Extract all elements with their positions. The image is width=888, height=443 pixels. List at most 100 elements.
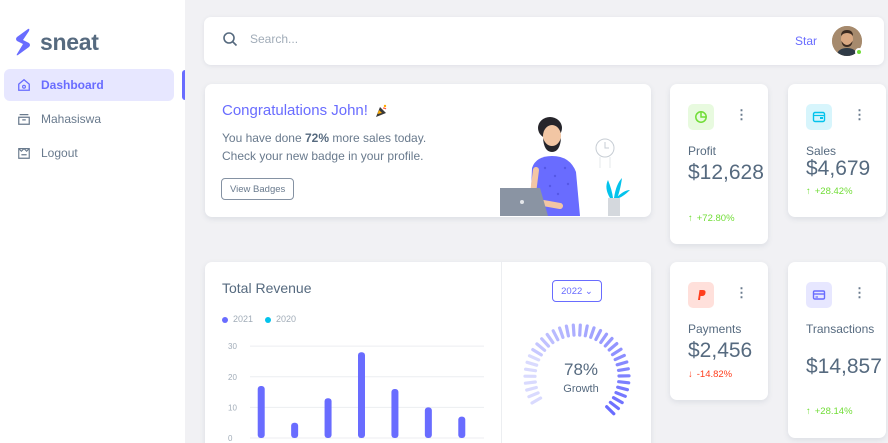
congrats-text-part: You have done: [222, 131, 305, 145]
y-tick-label: 0: [228, 434, 233, 443]
arrow-up-icon: ↑: [806, 406, 811, 417]
gauge-tick: [603, 336, 614, 348]
sidebar-item-mahasiswa[interactable]: Mahasiswa: [4, 103, 174, 135]
avatar[interactable]: [832, 26, 863, 56]
gauge-tick: [610, 347, 623, 357]
gauge-tick: [594, 329, 603, 342]
search-bar: [222, 31, 450, 47]
gauge-tick: [523, 380, 537, 385]
gauge-tick: [551, 329, 560, 342]
gauge-tick: [530, 396, 543, 405]
brand-logo[interactable]: sneat: [14, 28, 99, 56]
online-status-dot: [855, 48, 863, 56]
gauge-tick: [571, 323, 576, 337]
party-popper-icon: [375, 104, 387, 117]
star-link[interactable]: Star: [795, 34, 817, 48]
gauge-tick: [616, 385, 630, 392]
gauge-tick: [615, 360, 629, 367]
growth-label: Growth: [563, 383, 599, 395]
view-badges-button[interactable]: View Badges: [221, 178, 295, 200]
more-options-icon[interactable]: ⋮: [735, 108, 748, 121]
transactions-icon-wrap: [806, 282, 832, 308]
gauge-tick: [608, 400, 621, 411]
gauge-tick: [525, 360, 539, 367]
payments-card: ⋮ Payments $2,456 ↓ -14.82%: [670, 262, 768, 400]
legend-item-2020: 2020: [265, 314, 296, 324]
search-icon[interactable]: [222, 31, 238, 47]
sales-icon-wrap: [806, 104, 832, 130]
credit-card-icon: [812, 290, 826, 300]
sidebar-item-label: Logout: [41, 146, 78, 160]
home-icon: [18, 78, 30, 91]
stat-value: $4,679: [806, 157, 871, 180]
year-select-button[interactable]: 2022 ⌄: [552, 280, 602, 302]
revenue-bar[interactable]: [391, 389, 399, 438]
sidebar: sneat Dashboard Mahasiswa Logout: [0, 0, 185, 443]
sales-card: ⋮ Sales $4,679 ↑ +28.42%: [788, 84, 886, 217]
sidebar-item-label: Dashboard: [41, 78, 104, 92]
revenue-bar[interactable]: [291, 422, 299, 438]
congrats-card: Congratulations John! You have done 72% …: [205, 84, 651, 217]
profit-icon-wrap: [688, 104, 714, 130]
gauge-tick: [564, 324, 571, 338]
arrow-down-icon: ↓: [688, 369, 693, 380]
congrats-highlight: 72%: [304, 131, 329, 145]
legend-item-2021: 2021: [222, 314, 253, 324]
sidebar-item-dashboard[interactable]: Dashboard: [4, 69, 174, 101]
stat-change-value: +28.42%: [814, 186, 853, 197]
congrats-title: Congratulations John!: [222, 102, 390, 119]
stat-change-value: -14.82%: [696, 369, 733, 380]
congrats-text-line2: Check your new badge in your profile.: [222, 149, 424, 163]
gauge-tick: [540, 337, 551, 348]
paypal-icon: [698, 290, 706, 300]
brand-name: sneat: [40, 28, 99, 55]
y-tick-label: 10: [228, 403, 237, 412]
gauge-tick: [614, 390, 627, 398]
congrats-text-part: more sales today.: [329, 131, 427, 145]
gauge-tick: [607, 342, 619, 352]
chart-pie-icon: [695, 111, 707, 123]
sidebar-item-logout[interactable]: Logout: [4, 137, 174, 169]
legend-label: 2020: [276, 314, 297, 324]
more-options-icon[interactable]: ⋮: [735, 286, 748, 299]
sneat-logo-icon: [16, 28, 30, 56]
year-select-value: 2022: [561, 285, 583, 297]
y-tick-label: 20: [228, 373, 237, 382]
gauge-tick: [613, 353, 626, 362]
congrats-title-text: Congratulations John!: [222, 102, 368, 119]
stat-value: $12,628: [688, 161, 764, 184]
more-options-icon[interactable]: ⋮: [853, 286, 866, 299]
revenue-divider: [501, 262, 502, 443]
gauge-tick: [527, 391, 540, 399]
man-with-laptop-illustration: [500, 117, 630, 216]
chart-legend: 2021 2020: [222, 314, 296, 324]
stat-label: Transactions: [806, 322, 875, 336]
gauge-tick: [578, 323, 582, 337]
y-tick-label: 30: [228, 342, 237, 351]
top-navbar: Star: [204, 17, 884, 65]
stat-label: Profit: [688, 144, 717, 158]
stat-change-value: +72.80%: [696, 213, 735, 224]
growth-percent: 78%: [563, 360, 599, 379]
archive-icon: [18, 114, 30, 125]
sidebar-menu: Dashboard Mahasiswa Logout: [4, 69, 174, 171]
revenue-bar[interactable]: [358, 352, 365, 438]
wallet-icon: [812, 111, 826, 123]
more-options-icon[interactable]: ⋮: [853, 108, 866, 121]
gauge-tick: [611, 396, 624, 405]
revenue-bar[interactable]: [424, 407, 432, 438]
gauge-tick: [617, 380, 631, 385]
revenue-bar[interactable]: [458, 416, 466, 438]
stat-label: Payments: [688, 322, 742, 336]
stat-change: ↑ +28.14%: [806, 406, 853, 417]
revenue-bar[interactable]: [324, 398, 332, 438]
gauge-tick: [525, 385, 538, 392]
transactions-card: ⋮ Transactions $14,857 ↑ +28.14%: [788, 262, 886, 438]
search-input[interactable]: [250, 32, 450, 46]
sidebar-item-label: Mahasiswa: [41, 112, 102, 126]
gauge-tick: [589, 326, 596, 339]
gauge-tick: [545, 332, 555, 345]
revenue-bar[interactable]: [257, 385, 265, 438]
gauge-tick: [605, 405, 616, 416]
profit-card: ⋮ Profit $12,628 ↑ +72.80%: [670, 84, 768, 244]
